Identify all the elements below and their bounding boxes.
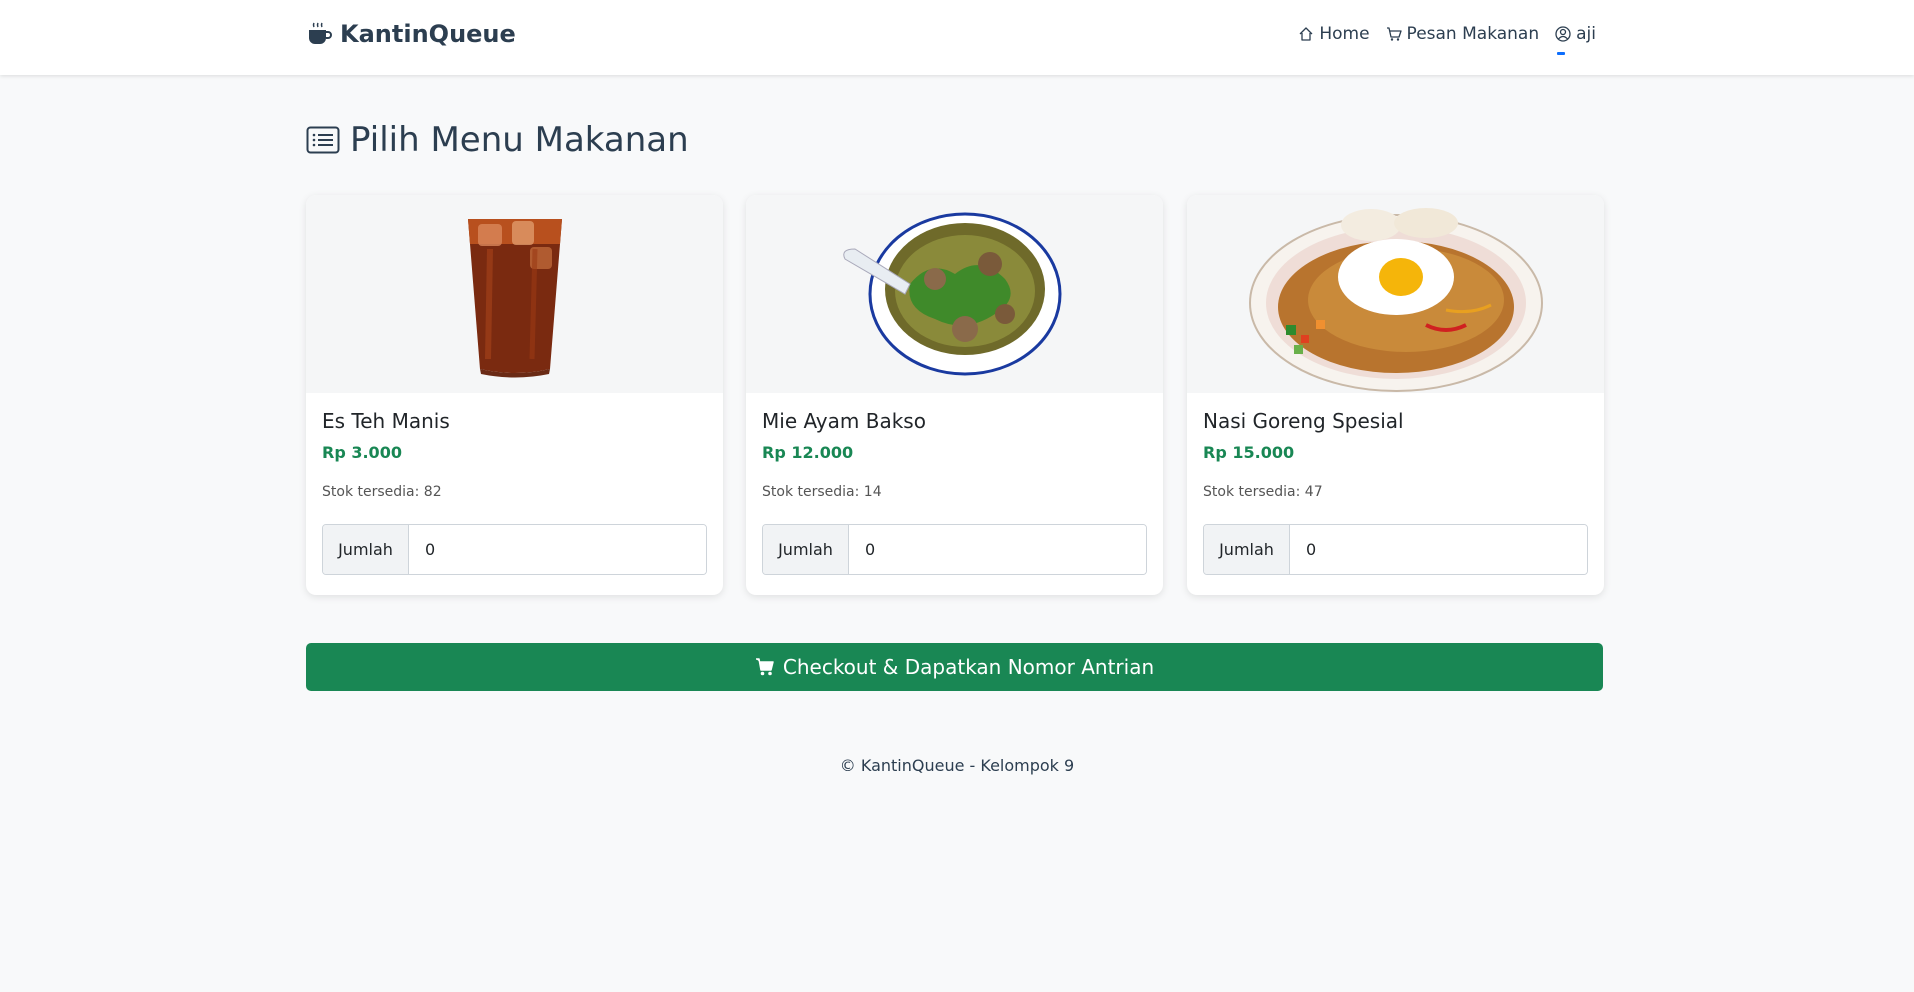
quantity-label: Jumlah bbox=[323, 525, 409, 574]
nav-user[interactable]: aji bbox=[1555, 24, 1596, 55]
brand-name: KantinQueue bbox=[340, 20, 516, 48]
menu-card: Mie Ayam Bakso Rp 12.000 Stok tersedia: … bbox=[746, 195, 1163, 595]
checkout-button[interactable]: Checkout & Dapatkan Nomor Antrian bbox=[306, 643, 1603, 691]
checkout-label: Checkout & Dapatkan Nomor Antrian bbox=[782, 655, 1155, 679]
menu-price: Rp 12.000 bbox=[762, 443, 854, 462]
nav-home-label: Home bbox=[1319, 24, 1370, 44]
cart-icon bbox=[1386, 27, 1402, 41]
noodle-soup-image bbox=[746, 195, 1163, 393]
active-indicator bbox=[1557, 52, 1566, 55]
menu-price: Rp 15.000 bbox=[1203, 443, 1295, 462]
nav-user-label: aji bbox=[1576, 24, 1596, 44]
fried-rice-image bbox=[1187, 195, 1604, 393]
menu-card: Es Teh Manis Rp 3.000 Stok tersedia: 82 … bbox=[306, 195, 723, 595]
footer: © KantinQueue - Kelompok 9 bbox=[839, 756, 1075, 775]
menu-stock: Stok tersedia: 14 bbox=[762, 484, 882, 500]
house-icon bbox=[1299, 27, 1313, 41]
quantity-input[interactable] bbox=[849, 525, 1146, 574]
menu-price: Rp 3.000 bbox=[322, 443, 402, 462]
cart-fill-icon bbox=[755, 658, 774, 676]
menu-name: Es Teh Manis bbox=[322, 409, 450, 433]
quantity-group: Jumlah bbox=[762, 524, 1147, 575]
list-icon bbox=[306, 126, 340, 154]
user-circle-icon bbox=[1555, 26, 1571, 42]
menu-card: Nasi Goreng Spesial Rp 15.000 Stok terse… bbox=[1187, 195, 1604, 595]
page-title: Pilih Menu Makanan bbox=[306, 120, 689, 160]
quantity-group: Jumlah bbox=[1203, 524, 1588, 575]
quantity-input[interactable] bbox=[1290, 525, 1587, 574]
nav-pesan-makanan[interactable]: Pesan Makanan bbox=[1386, 24, 1540, 44]
menu-name: Mie Ayam Bakso bbox=[762, 409, 926, 433]
quantity-input[interactable] bbox=[409, 525, 706, 574]
quantity-label: Jumlah bbox=[763, 525, 849, 574]
quantity-label: Jumlah bbox=[1204, 525, 1290, 574]
page-title-text: Pilih Menu Makanan bbox=[350, 120, 689, 160]
nav-pesan-label: Pesan Makanan bbox=[1406, 24, 1540, 44]
navbar: KantinQueue Home Pesan Makanan aji bbox=[0, 0, 1914, 75]
nav-links: Home Pesan Makanan aji bbox=[1298, 24, 1596, 55]
iced-tea-image bbox=[306, 195, 723, 393]
menu-stock: Stok tersedia: 47 bbox=[1203, 484, 1323, 500]
coffee-cup-icon bbox=[309, 22, 332, 44]
menu-name: Nasi Goreng Spesial bbox=[1203, 409, 1404, 433]
brand[interactable]: KantinQueue bbox=[306, 20, 516, 48]
menu-stock: Stok tersedia: 82 bbox=[322, 484, 442, 500]
nav-home[interactable]: Home bbox=[1298, 24, 1370, 44]
quantity-group: Jumlah bbox=[322, 524, 707, 575]
